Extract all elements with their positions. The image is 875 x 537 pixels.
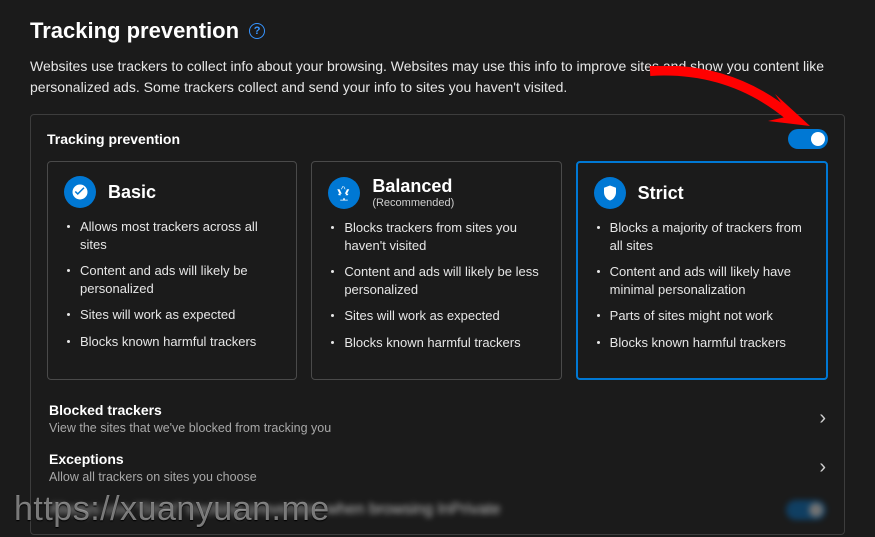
panel-label: Tracking prevention — [47, 131, 180, 147]
card-strict[interactable]: Strict Blocks a majority of trackers fro… — [576, 161, 828, 380]
card-bullet: Content and ads will likely be personali… — [64, 262, 280, 297]
strict-icon — [594, 177, 626, 209]
card-bullet: Content and ads will likely be less pers… — [328, 263, 544, 298]
exceptions-link[interactable]: Exceptions Allow all trackers on sites y… — [47, 443, 828, 492]
intro-text: Websites use trackers to collect info ab… — [30, 56, 845, 98]
blocked-trackers-link[interactable]: Blocked trackers View the sites that we'… — [47, 394, 828, 443]
card-bullet: Content and ads will likely have minimal… — [594, 263, 810, 298]
card-bullet: Blocks known harmful trackers — [64, 333, 280, 351]
exceptions-title: Exceptions — [49, 451, 257, 467]
card-title: Basic — [108, 182, 156, 203]
card-basic[interactable]: Basic Allows most trackers across all si… — [47, 161, 297, 380]
card-title: Strict — [638, 183, 684, 204]
card-bullet: Blocks known harmful trackers — [594, 334, 810, 352]
help-icon[interactable]: ? — [249, 23, 265, 39]
card-bullet: Sites will work as expected — [328, 307, 544, 325]
card-bullet: Blocks known harmful trackers — [328, 334, 544, 352]
card-bullet: Sites will work as expected — [64, 306, 280, 324]
chevron-right-icon: › — [819, 456, 826, 479]
page-title: Tracking prevention — [30, 18, 239, 44]
blocked-trackers-desc: View the sites that we've blocked from t… — [49, 421, 331, 435]
card-subtitle: (Recommended) — [372, 197, 454, 209]
card-bullet: Allows most trackers across all sites — [64, 218, 280, 253]
card-balanced[interactable]: Balanced (Recommended) Blocks trackers f… — [311, 161, 561, 380]
balanced-icon — [328, 177, 360, 209]
inprivate-strict-toggle[interactable] — [786, 500, 826, 520]
tracking-prevention-toggle[interactable] — [788, 129, 828, 149]
card-bullet: Blocks trackers from sites you haven't v… — [328, 219, 544, 254]
card-bullet: Blocks a majority of trackers from all s… — [594, 219, 810, 254]
chevron-right-icon: › — [819, 407, 826, 430]
basic-icon — [64, 176, 96, 208]
watermark: https://xuanyuan.me — [14, 490, 330, 529]
tracking-prevention-panel: Tracking prevention Basic Allows most tr… — [30, 114, 845, 535]
card-bullet: Parts of sites might not work — [594, 307, 810, 325]
card-title: Balanced — [372, 176, 454, 197]
blocked-trackers-title: Blocked trackers — [49, 402, 331, 418]
exceptions-desc: Allow all trackers on sites you choose — [49, 470, 257, 484]
